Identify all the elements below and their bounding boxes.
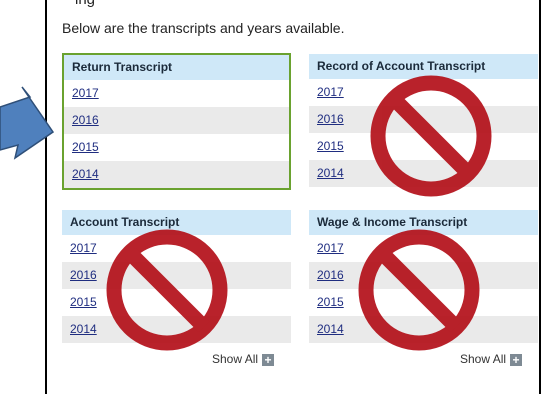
year-link-2017[interactable]: 2017	[317, 241, 344, 255]
year-link-2017[interactable]: 2017	[317, 85, 344, 99]
year-link-2014[interactable]: 2014	[317, 166, 344, 180]
list-item: 2015	[309, 289, 538, 316]
year-link-2017[interactable]: 2017	[72, 86, 99, 100]
year-link-2015[interactable]: 2015	[317, 139, 344, 153]
show-all-label: Show All	[460, 352, 507, 366]
list-item: 2017	[309, 235, 538, 262]
year-link-2016[interactable]: 2016	[70, 268, 97, 282]
panel-title: Record of Account Transcript	[309, 54, 538, 79]
list-item: 2014	[64, 161, 289, 188]
year-link-2016[interactable]: 2016	[72, 113, 99, 127]
year-link-2015[interactable]: 2015	[317, 295, 344, 309]
year-link-2015[interactable]: 2015	[70, 295, 97, 309]
plus-icon: +	[510, 354, 523, 366]
list-item: 2017	[64, 80, 289, 107]
intro-text: Below are the transcripts and years avai…	[62, 20, 345, 36]
cut-off-heading: ing	[75, 0, 95, 8]
panel-title: Wage & Income Transcript	[309, 210, 538, 235]
wage-income-transcript-panel: Wage & Income Transcript 2017 2016 2015 …	[309, 210, 538, 343]
record-of-account-transcript-panel: Record of Account Transcript 2017 2016 2…	[309, 54, 538, 187]
return-transcript-panel: Return Transcript 2017 2016 2015 2014	[62, 53, 291, 190]
panel-title: Return Transcript	[64, 55, 289, 80]
list-item: 2017	[309, 79, 538, 106]
list-item: 2015	[309, 133, 538, 160]
account-transcript-panel: Account Transcript 2017 2016 2015 2014	[62, 210, 291, 343]
list-item: 2016	[64, 107, 289, 134]
list-item: 2016	[309, 262, 538, 289]
show-all-account-button[interactable]: Show All +	[212, 352, 275, 366]
year-link-2016[interactable]: 2016	[317, 112, 344, 126]
frame-left-border	[45, 0, 47, 394]
year-link-2015[interactable]: 2015	[72, 140, 99, 154]
year-link-2014[interactable]: 2014	[317, 322, 344, 336]
list-item: 2014	[309, 316, 538, 343]
year-link-2014[interactable]: 2014	[70, 322, 97, 336]
list-item: 2015	[64, 134, 289, 161]
list-item: 2016	[62, 262, 291, 289]
year-link-2014[interactable]: 2014	[72, 167, 99, 181]
plus-icon: +	[262, 354, 275, 366]
frame-right-border	[539, 0, 541, 394]
list-item: 2014	[309, 160, 538, 187]
list-item: 2017	[62, 235, 291, 262]
list-item: 2014	[62, 316, 291, 343]
list-item: 2016	[309, 106, 538, 133]
panel-title: Account Transcript	[62, 210, 291, 235]
year-link-2016[interactable]: 2016	[317, 268, 344, 282]
year-link-2017[interactable]: 2017	[70, 241, 97, 255]
show-all-wage-income-button[interactable]: Show All +	[460, 352, 523, 366]
list-item: 2015	[62, 289, 291, 316]
show-all-label: Show All	[212, 352, 259, 366]
